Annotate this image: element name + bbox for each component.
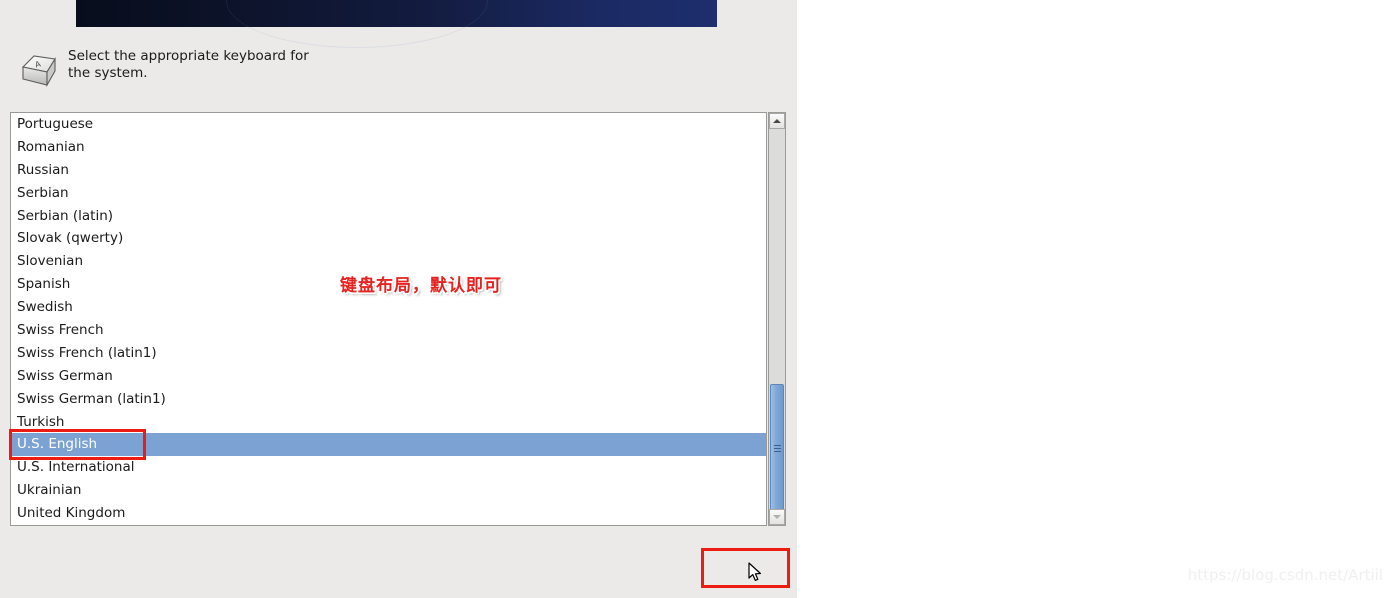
scrollbar-down-button[interactable] xyxy=(769,509,785,525)
scrollbar-thumb[interactable] xyxy=(770,384,784,513)
list-item[interactable]: Swiss German (latin1) xyxy=(11,388,766,411)
installer-window: A Select the appropriate keyboard for th… xyxy=(0,0,797,598)
list-item[interactable]: Swiss French (latin1) xyxy=(11,342,766,365)
list-item[interactable]: Russian xyxy=(11,159,766,182)
list-item[interactable]: Romanian xyxy=(11,136,766,159)
banner-arc-decoration xyxy=(226,0,488,48)
list-item[interactable]: Serbian (latin) xyxy=(11,205,766,228)
button-bar: Back Next xyxy=(0,550,797,590)
list-item[interactable]: Portuguese xyxy=(11,113,766,136)
list-item[interactable]: Turkish xyxy=(11,411,766,434)
keyboard-layout-list[interactable]: Portuguese Romanian Russian Serbian Serbian … xyxy=(11,113,766,525)
list-item[interactable]: Swiss German xyxy=(11,365,766,388)
list-item[interactable]: U.S. International xyxy=(11,456,766,479)
keyboard-layout-listbox[interactable]: Portuguese Romanian Russian Serbian Serbian … xyxy=(10,112,767,526)
header-banner xyxy=(76,0,717,48)
chevron-down-icon xyxy=(773,515,781,519)
keyboard-keycap-icon: A xyxy=(14,50,62,94)
annotation-note: 键盘布局，默认即可 xyxy=(340,276,502,296)
scrollbar-grip-icon xyxy=(774,445,781,452)
list-item[interactable]: Swiss French xyxy=(11,319,766,342)
list-item[interactable]: United Kingdom xyxy=(11,502,766,525)
list-item[interactable]: Serbian xyxy=(11,182,766,205)
instruction-text: Select the appropriate keyboard for the … xyxy=(68,48,309,81)
list-scrollbar[interactable] xyxy=(768,112,786,526)
scrollbar-up-button[interactable] xyxy=(769,113,785,129)
watermark-text: https://blog.csdn.net/Artiil xyxy=(1187,566,1383,584)
list-item[interactable]: U.S. English xyxy=(11,433,766,457)
list-item[interactable]: Swedish xyxy=(11,296,766,319)
list-item[interactable]: Ukrainian xyxy=(11,479,766,502)
list-item[interactable]: Slovak (qwerty) xyxy=(11,227,766,250)
chevron-up-icon xyxy=(773,119,781,123)
list-item[interactable]: Slovenian xyxy=(11,250,766,273)
instruction-header: A Select the appropriate keyboard for th… xyxy=(12,48,432,94)
